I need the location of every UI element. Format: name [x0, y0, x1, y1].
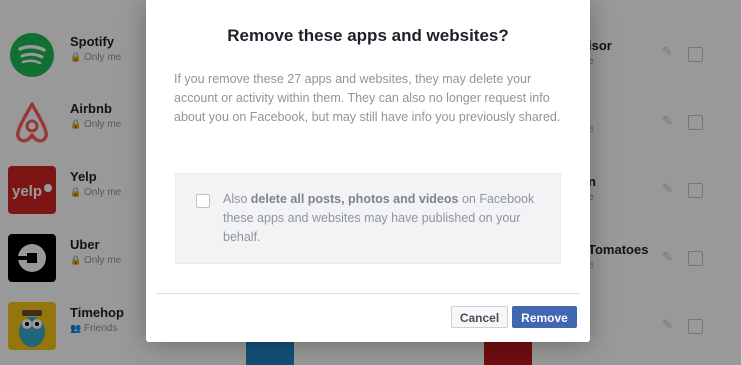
remove-apps-dialog: Remove these apps and websites? If you r…: [146, 0, 590, 342]
option-prefix: Also: [223, 192, 251, 206]
dialog-body-text: If you remove these 27 apps and websites…: [174, 72, 561, 124]
delete-posts-label[interactable]: Also delete all posts, photos and videos…: [223, 190, 543, 247]
cancel-button[interactable]: Cancel: [451, 306, 508, 328]
option-bold-text: delete all posts, photos and videos: [250, 192, 459, 206]
delete-posts-option: Also delete all posts, photos and videos…: [175, 173, 561, 264]
delete-posts-checkbox[interactable]: [196, 194, 210, 208]
dialog-divider: [156, 293, 580, 294]
remove-button[interactable]: Remove: [512, 306, 577, 328]
dialog-title: Remove these apps and websites?: [227, 26, 509, 45]
